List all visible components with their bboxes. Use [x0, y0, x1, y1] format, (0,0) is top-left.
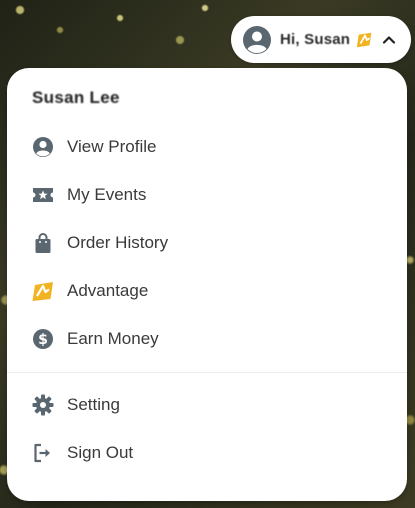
menu-item-label: View Profile — [67, 137, 157, 156]
menu-item-my-events[interactable]: My Events — [7, 173, 407, 217]
account-dropdown-menu: Susan Lee View Profile My Events Order H… — [7, 68, 407, 501]
menu-item-label: Earn Money — [67, 329, 159, 348]
menu-item-setting[interactable]: Setting — [7, 383, 407, 427]
menu-item-label: Setting — [67, 395, 120, 414]
menu-item-earn-money[interactable]: $ Earn Money — [7, 317, 407, 361]
svg-text:$: $ — [38, 332, 48, 348]
account-menu-toggle[interactable]: Hi, Susan — [231, 16, 411, 63]
dollar-circle-icon: $ — [32, 328, 54, 350]
user-circle-icon — [32, 136, 54, 158]
advantage-badge-icon — [32, 280, 54, 302]
ticket-star-icon — [32, 184, 54, 206]
sign-out-icon — [32, 442, 54, 464]
menu-item-label: Order History — [67, 233, 169, 252]
greeting-text: Hi, Susan — [280, 31, 351, 48]
gear-icon — [32, 394, 54, 416]
menu-divider — [7, 372, 407, 373]
menu-item-sign-out[interactable]: Sign Out — [7, 431, 407, 475]
user-name: Susan Lee — [32, 88, 120, 107]
menu-item-label: Sign Out — [67, 443, 134, 462]
menu-item-view-profile[interactable]: View Profile — [7, 125, 407, 169]
chevron-up-icon — [383, 35, 396, 44]
shopping-bag-icon — [32, 232, 54, 254]
menu-item-advantage[interactable]: Advantage — [7, 269, 407, 313]
user-circle-icon — [243, 25, 271, 54]
menu-item-label: Advantage — [67, 281, 149, 300]
menu-item-order-history[interactable]: Order History — [7, 221, 407, 265]
advantage-badge-icon — [357, 32, 372, 47]
menu-item-label: My Events — [67, 185, 147, 204]
